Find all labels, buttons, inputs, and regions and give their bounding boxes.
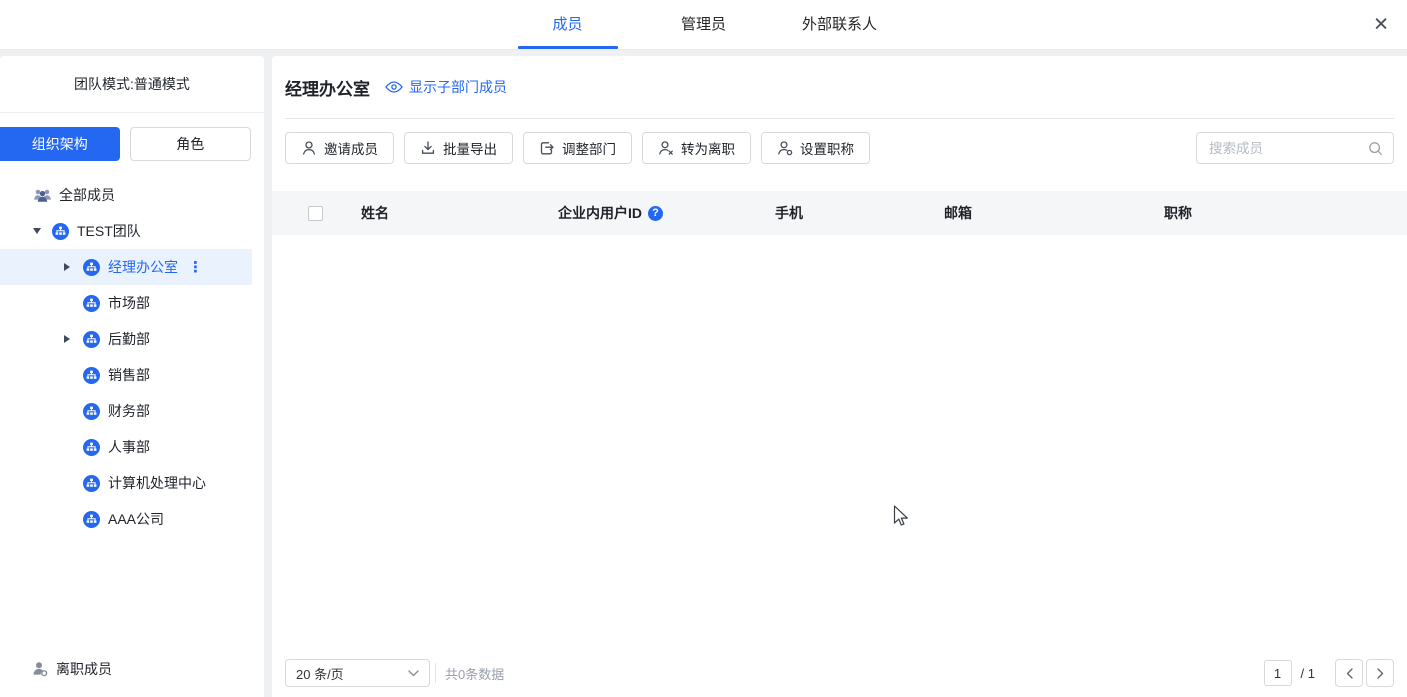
button-label: 批量导出 <box>443 138 497 158</box>
org-sidebar: 团队模式:普通模式 组织架构 角色 全部成员 <box>0 56 264 697</box>
department-icon <box>83 295 100 312</box>
org-structure-button[interactable]: 组织架构 <box>0 127 120 161</box>
person-remove-icon <box>658 140 674 156</box>
invite-member-button[interactable]: 邀请成员 <box>285 132 394 164</box>
department-icon <box>83 367 100 384</box>
tree-item-label: 后勤部 <box>108 329 150 349</box>
tree-item-label: 财务部 <box>108 401 150 421</box>
close-icon[interactable]: ✕ <box>1369 11 1393 38</box>
total-count-label: 共0条数据 <box>445 664 504 683</box>
member-panel: 经理办公室 显示子部门成员 邀请成员 批量导出 <box>272 56 1407 697</box>
next-page-button[interactable] <box>1366 659 1394 687</box>
tree-item-label: 市场部 <box>108 293 150 313</box>
page-size-value: 20 条/页 <box>296 664 344 683</box>
set-title-button[interactable]: 设置职称 <box>761 132 870 164</box>
column-phone: 手机 <box>775 203 944 223</box>
page-size-select[interactable]: 20 条/页 <box>285 659 430 687</box>
download-icon <box>420 140 436 156</box>
tree-item-label: AAA公司 <box>108 509 164 529</box>
chevron-left-icon <box>1346 668 1353 679</box>
set-resigned-button[interactable]: 转为离职 <box>642 132 751 164</box>
member-table-body <box>272 235 1407 630</box>
tree-item-label: 全部成员 <box>59 185 115 205</box>
chevron-down-icon <box>408 670 419 677</box>
pager: / 1 <box>1264 659 1394 687</box>
more-menu-icon[interactable]: ⋮ <box>188 258 203 276</box>
tree-item-label: 经理办公室 <box>108 257 178 277</box>
tree-item-dept-2[interactable]: 后勤部 <box>0 321 264 357</box>
batch-export-button[interactable]: 批量导出 <box>404 132 513 164</box>
tree-item-dept-0[interactable]: 经理办公室 ⋮ <box>0 249 252 285</box>
page-total-label: / 1 <box>1301 666 1315 681</box>
member-toolbar: 邀请成员 批量导出 调整部门 转为离职 <box>272 119 1407 177</box>
tree-item-dept-4[interactable]: 财务部 <box>0 393 264 429</box>
member-search <box>1196 132 1394 164</box>
resigned-members-item[interactable]: 离职成员 <box>0 645 264 693</box>
person-add-icon <box>301 140 317 156</box>
search-input[interactable] <box>1197 141 1393 156</box>
caret-right-icon[interactable] <box>64 263 70 271</box>
panel-header: 经理办公室 显示子部门成员 <box>272 56 1407 118</box>
role-button[interactable]: 角色 <box>130 127 252 161</box>
column-title: 职称 <box>1164 203 1407 223</box>
org-tree: 全部成员 TEST团队 <box>0 175 264 645</box>
tree-item-label: 销售部 <box>108 365 150 385</box>
tree-item-all-members[interactable]: 全部成员 <box>0 177 264 213</box>
tab-external-contacts[interactable]: 外部联系人 <box>790 0 890 49</box>
button-label: 邀请成员 <box>324 138 378 158</box>
footer-divider <box>435 663 436 683</box>
tree-item-dept-3[interactable]: 销售部 <box>0 357 264 393</box>
select-all-checkbox[interactable] <box>308 206 323 221</box>
tree-item-team-root[interactable]: TEST团队 <box>0 213 264 249</box>
page-title: 经理办公室 <box>285 75 370 100</box>
caret-down-icon[interactable] <box>33 228 41 234</box>
people-group-icon <box>33 188 52 203</box>
button-label: 设置职称 <box>800 138 854 158</box>
resigned-members-label: 离职成员 <box>56 659 112 679</box>
show-subdept-label: 显示子部门成员 <box>409 77 507 97</box>
member-table-header: 姓名 企业内用户ID ? 手机 邮箱 职称 <box>272 191 1407 235</box>
column-user-id: 企业内用户ID ? <box>558 203 775 223</box>
tree-item-dept-7[interactable]: AAA公司 <box>0 501 264 537</box>
sidebar-toggle: 组织架构 角色 <box>0 113 264 175</box>
button-label: 转为离职 <box>681 138 735 158</box>
button-label: 调整部门 <box>562 138 616 158</box>
tab-admins[interactable]: 管理员 <box>654 0 754 49</box>
adjust-department-button[interactable]: 调整部门 <box>523 132 632 164</box>
department-icon <box>83 439 100 456</box>
resigned-person-icon <box>32 661 48 677</box>
tree-item-dept-6[interactable]: 计算机处理中心 <box>0 465 264 501</box>
tree-item-label: TEST团队 <box>77 221 141 241</box>
column-user-id-label: 企业内用户ID <box>558 203 642 223</box>
chevron-right-icon <box>1377 668 1384 679</box>
search-icon <box>1368 141 1383 156</box>
move-out-icon <box>539 140 555 156</box>
eye-icon <box>385 81 403 93</box>
person-settings-icon <box>777 140 793 156</box>
help-icon[interactable]: ? <box>648 206 663 221</box>
tree-item-dept-1[interactable]: 市场部 <box>0 285 264 321</box>
department-icon <box>83 259 100 276</box>
caret-right-icon[interactable] <box>64 335 70 343</box>
department-icon <box>83 331 100 348</box>
column-name: 姓名 <box>361 203 558 223</box>
pagination-bar: 20 条/页 共0条数据 / 1 <box>272 649 1407 697</box>
tree-item-label: 计算机处理中心 <box>108 473 206 493</box>
show-subdept-link[interactable]: 显示子部门成员 <box>385 77 507 97</box>
dialog-header: 成员 管理员 外部联系人 ✕ <box>0 0 1407 50</box>
department-icon <box>83 475 100 492</box>
department-icon <box>83 511 100 528</box>
column-email: 邮箱 <box>944 203 1164 223</box>
page-number-input[interactable] <box>1264 660 1292 686</box>
team-mode-label: 团队模式:普通模式 <box>0 56 264 113</box>
tree-item-dept-5[interactable]: 人事部 <box>0 429 264 465</box>
tab-members[interactable]: 成员 <box>518 0 618 49</box>
prev-page-button[interactable] <box>1335 659 1363 687</box>
department-icon <box>52 223 69 240</box>
tree-item-label: 人事部 <box>108 437 150 457</box>
department-icon <box>83 403 100 420</box>
